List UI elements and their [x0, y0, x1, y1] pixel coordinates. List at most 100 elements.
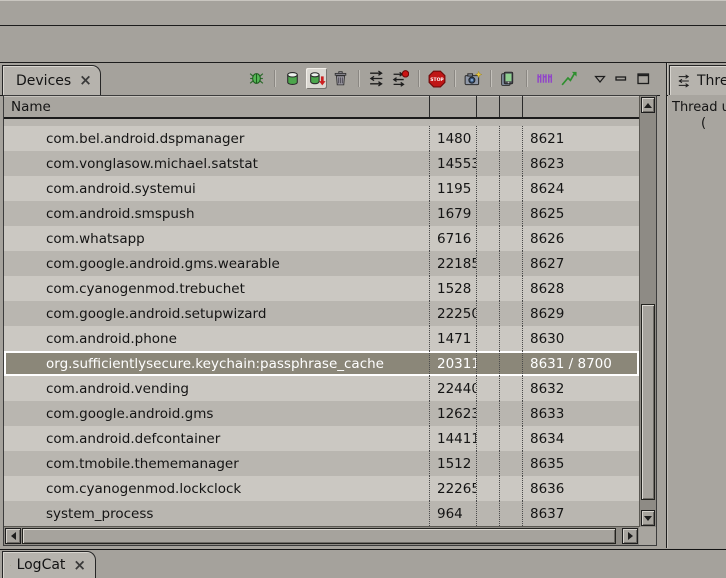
empty-cell [477, 351, 500, 376]
toolbar-separator [358, 70, 359, 87]
scroll-left-button[interactable] [5, 528, 21, 544]
empty-cell [477, 126, 500, 151]
table-row[interactable]: com.android.smspush 1679 8625 [4, 201, 639, 226]
logcat-bar: LogCat × [0, 549, 726, 578]
start-opengl-trace-icon[interactable] [558, 68, 579, 89]
process-port: 8625 [523, 201, 639, 226]
menu-item[interactable] [26, 11, 48, 15]
table-row[interactable]: com.cyanogenmod.trebuchet 1528 8628 [4, 276, 639, 301]
update-threads-icon[interactable] [366, 68, 387, 89]
eclipse-ddms-window: { "window": { "background": "#a5a29c", "… [0, 0, 726, 577]
tab-threads[interactable]: Threads [669, 65, 726, 95]
dump-view-hierarchy-icon[interactable] [498, 68, 519, 89]
dump-hprof-icon[interactable] [306, 68, 327, 89]
cause-gc-icon[interactable] [330, 68, 351, 89]
empty-cell [477, 226, 500, 251]
table-row[interactable]: com.whatsapp 6716 8626 [4, 226, 639, 251]
table-row[interactable]: com.google.android.gms 12623 8633 [4, 401, 639, 426]
empty-cell [477, 251, 500, 276]
table-row[interactable]: com.vonglasow.michael.satstat 14553 8623 [4, 151, 639, 176]
empty-cell [500, 176, 523, 201]
table-row[interactable]: com.android.vending 22440 8632 [4, 376, 639, 401]
menu-item[interactable] [70, 11, 92, 15]
menu-item[interactable] [4, 11, 26, 15]
process-port: 8631 / 8700 [523, 351, 639, 376]
empty-cell [500, 476, 523, 501]
process-name: com.whatsapp [4, 226, 430, 251]
main-toolbar [0, 26, 726, 63]
devices-toolbar: STOP [246, 68, 650, 89]
arrow-left-icon [11, 532, 16, 540]
process-name: com.vonglasow.michael.satstat [4, 151, 430, 176]
close-icon[interactable]: × [73, 558, 86, 573]
empty-cell [500, 501, 523, 526]
process-port: 8627 [523, 251, 639, 276]
table-row[interactable]: com.google.android.setupwizard 22250 862… [4, 301, 639, 326]
table-row[interactable]: com.bel.android.dspmanager 1480 8621 [4, 126, 639, 151]
column-header-name[interactable]: Name [4, 96, 430, 117]
process-pid: 964 [430, 501, 477, 526]
minimize-icon[interactable] [615, 73, 628, 84]
vertical-scrollbar-thumb[interactable] [641, 304, 655, 500]
close-icon[interactable]: × [79, 73, 92, 88]
tab-devices[interactable]: Devices × [2, 65, 101, 95]
process-name: com.cyanogenmod.trebuchet [4, 276, 430, 301]
empty-cell [477, 451, 500, 476]
logcat-icon [10, 558, 11, 573]
table-row[interactable]: system_process 964 8637 [4, 501, 639, 526]
empty-cell [477, 401, 500, 426]
empty-cell [477, 501, 500, 526]
process-pid: 22265 [430, 476, 477, 501]
process-name: com.android.phone [4, 326, 430, 351]
update-heap-icon[interactable] [282, 68, 303, 89]
process-pid: 22185 [430, 251, 477, 276]
table-row[interactable]: com.android.phone 1471 8630 [4, 326, 639, 351]
start-method-profiling-icon[interactable] [390, 68, 411, 89]
horizontal-scrollbar-thumb[interactable] [22, 528, 616, 544]
arrow-right-icon [628, 532, 633, 540]
arrow-down-icon [644, 516, 652, 521]
maximize-icon[interactable] [637, 73, 650, 85]
view-menu-icon[interactable] [594, 74, 606, 84]
stop-process-icon[interactable]: STOP [426, 68, 447, 89]
capture-systrace-icon[interactable] [534, 68, 555, 89]
table-row[interactable]: com.tmobile.thememanager 1512 8635 [4, 451, 639, 476]
screen-capture-icon[interactable] [462, 68, 483, 89]
column-header-empty-2[interactable] [500, 96, 523, 117]
process-name: com.bel.android.dspmanager [4, 126, 430, 151]
table-row[interactable]: com.cyanogenmod.lockclock 22265 8636 [4, 476, 639, 501]
process-port: 8621 [523, 126, 639, 151]
process-name: com.android.vending [4, 376, 430, 401]
horizontal-scrollbar[interactable] [4, 526, 639, 545]
tab-devices-label: Devices [16, 73, 71, 89]
process-port: 8636 [523, 476, 639, 501]
process-name: com.android.smspush [4, 201, 430, 226]
process-port: 8629 [523, 301, 639, 326]
process-name: com.google.android.gms [4, 401, 430, 426]
tab-logcat[interactable]: LogCat × [2, 551, 96, 578]
menu-item[interactable] [48, 11, 70, 15]
menu-item[interactable] [92, 11, 114, 15]
column-header-port[interactable] [523, 96, 639, 117]
debug-process-icon[interactable] [246, 68, 267, 89]
empty-cell [500, 276, 523, 301]
table-row[interactable]: com.android.systemui 1195 8624 [4, 176, 639, 201]
scroll-right-button[interactable] [622, 528, 638, 544]
process-pid: 22250 [430, 301, 477, 326]
process-pid: 1195 [430, 176, 477, 201]
empty-cell [477, 376, 500, 401]
threads-view: Threads Thread up ( [666, 63, 726, 548]
column-header-empty-1[interactable] [477, 96, 500, 117]
vertical-scrollbar[interactable] [639, 96, 656, 527]
table-row[interactable]: org.sufficientlysecure.keychain:passphra… [4, 351, 639, 376]
empty-cell [500, 301, 523, 326]
arrow-up-icon [644, 103, 652, 108]
process-port: 8623 [523, 151, 639, 176]
column-header-pid[interactable] [430, 96, 477, 117]
scroll-down-button[interactable] [641, 510, 655, 526]
process-pid: 1471 [430, 326, 477, 351]
table-row[interactable]: com.google.android.gms.wearable 22185 86… [4, 251, 639, 276]
process-port: 8637 [523, 501, 639, 526]
scroll-up-button[interactable] [641, 97, 655, 113]
table-row[interactable]: com.android.defcontainer 14411 8634 [4, 426, 639, 451]
